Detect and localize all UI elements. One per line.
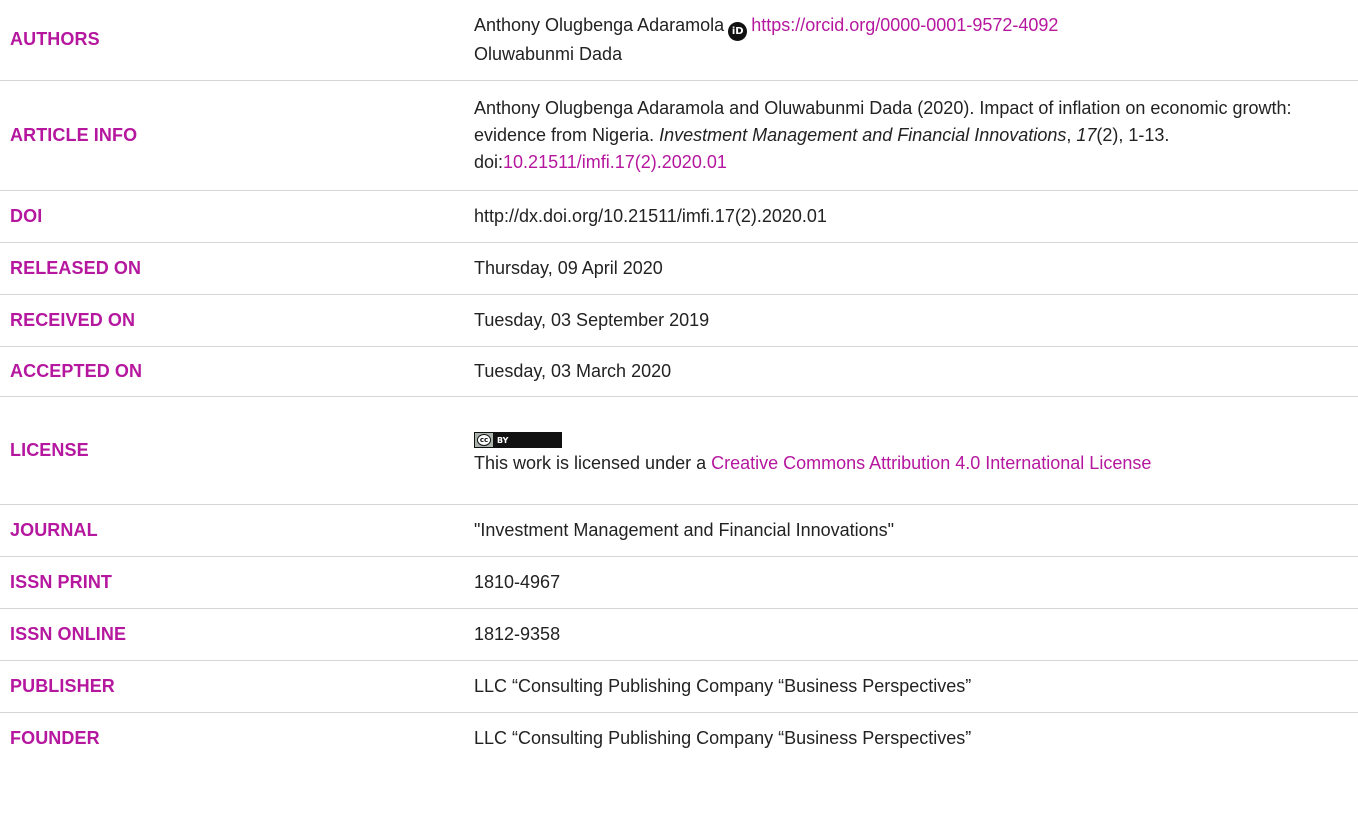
license-value: cc BY This work is licensed under a Creat…: [474, 396, 1358, 505]
row-received: RECEIVED ON Tuesday, 03 September 2019: [0, 294, 1358, 347]
license-label: LICENSE: [0, 396, 474, 505]
citation-volume: 17: [1076, 124, 1097, 145]
metadata-table: AUTHORS Anthony Olugbenga Adaramola iD htt…: [0, 0, 1358, 764]
row-article-info: ARTICLE INFO Anthony Olugbenga Adaramola…: [0, 80, 1358, 191]
license-link[interactable]: Creative Commons Attribution 4.0 Interna…: [711, 453, 1151, 473]
row-doi: DOI http://dx.doi.org/10.21511/imfi.17(2…: [0, 190, 1358, 243]
doi-value: http://dx.doi.org/10.21511/imfi.17(2).20…: [474, 190, 1358, 243]
row-issn-online: ISSN ONLINE 1812-9358: [0, 608, 1358, 661]
issn-online-label: ISSN ONLINE: [0, 608, 474, 661]
issn-print-value: 1810-4967: [474, 556, 1358, 609]
row-license: LICENSE cc BY This work is licensed under…: [0, 396, 1358, 505]
article-info-value: Anthony Olugbenga Adaramola and Oluwabun…: [474, 80, 1358, 191]
cc-badge-by: BY: [493, 433, 561, 447]
author-1: Anthony Olugbenga Adaramola: [474, 14, 725, 35]
row-released: RELEASED ON Thursday, 09 April 2020: [0, 242, 1358, 295]
released-label: RELEASED ON: [0, 242, 474, 295]
row-founder: FOUNDER LLC “Consulting Publishing Compa…: [0, 712, 1358, 764]
accepted-label: ACCEPTED ON: [0, 346, 474, 397]
row-authors: AUTHORS Anthony Olugbenga Adaramola iD htt…: [0, 0, 1358, 81]
authors-label: AUTHORS: [0, 0, 474, 81]
released-value: Thursday, 09 April 2020: [474, 242, 1358, 295]
cc-by-badge-icon[interactable]: cc BY: [474, 432, 562, 448]
founder-value: LLC “Consulting Publishing Company “Busi…: [474, 727, 972, 748]
row-journal: JOURNAL "Investment Management and Finan…: [0, 504, 1358, 557]
accepted-value: Tuesday, 03 March 2020: [474, 346, 1358, 397]
authors-value: Anthony Olugbenga Adaramola iD https://orc…: [474, 0, 1358, 81]
row-issn-print: ISSN PRINT 1810-4967: [0, 556, 1358, 609]
article-metadata: AUTHORS Anthony Olugbenga Adaramola iD htt…: [0, 0, 1358, 827]
article-info-label: ARTICLE INFO: [0, 80, 474, 191]
journal-label: JOURNAL: [0, 504, 474, 557]
cc-badge-cc: cc: [477, 434, 491, 446]
publisher-value: LLC “Consulting Publishing Company “Busi…: [474, 660, 1358, 713]
founder-label: FOUNDER: [10, 727, 100, 748]
received-value: Tuesday, 03 September 2019: [474, 294, 1358, 347]
row-accepted: ACCEPTED ON Tuesday, 03 March 2020: [0, 346, 1358, 397]
row-publisher: PUBLISHER LLC “Consulting Publishing Com…: [0, 660, 1358, 713]
orcid-icon[interactable]: iD: [728, 21, 748, 41]
issn-print-label: ISSN PRINT: [0, 556, 474, 609]
issn-online-value: 1812-9358: [474, 608, 1358, 661]
orcid-link[interactable]: https://orcid.org/0000-0001-9572-4092: [751, 15, 1058, 35]
citation-doi-link[interactable]: 10.21511/imfi.17(2).2020.01: [503, 152, 727, 172]
citation-journal: Investment Management and Financial Inno…: [659, 124, 1067, 145]
journal-value: "Investment Management and Financial Inn…: [474, 504, 1358, 557]
author-2: Oluwabunmi Dada: [474, 43, 623, 64]
license-text: This work is licensed under a: [474, 453, 712, 473]
received-label: RECEIVED ON: [0, 294, 474, 347]
doi-label: DOI: [0, 190, 474, 243]
publisher-label: PUBLISHER: [0, 660, 474, 713]
citation-comma: ,: [1066, 124, 1077, 145]
